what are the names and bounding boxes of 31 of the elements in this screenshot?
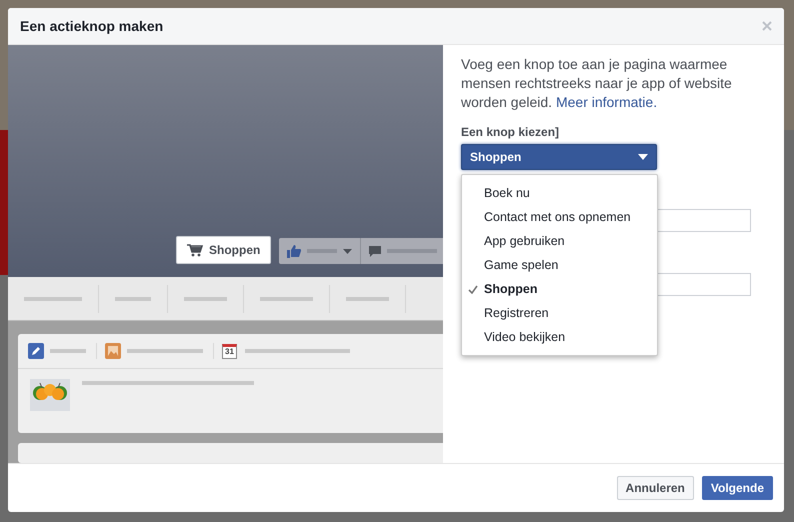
calendar-icon: 31 <box>222 344 237 358</box>
more-info-link[interactable]: Meer informatie. <box>556 94 658 110</box>
menu-item[interactable]: Registreren <box>462 301 657 325</box>
menu-item[interactable]: Shoppen <box>462 277 657 301</box>
placeholder-bar <box>115 296 151 300</box>
menu-item[interactable]: Contact met ons opnemen <box>462 205 657 229</box>
placeholder-bar <box>24 296 82 300</box>
placeholder-bar <box>346 296 389 300</box>
dialog-title: Een actieknop maken <box>20 18 164 34</box>
placeholder-bar <box>50 349 86 353</box>
caret-icon <box>638 154 648 160</box>
pencil-icon <box>28 343 44 359</box>
placeholder-bar <box>184 296 227 300</box>
shop-button[interactable]: Shoppen <box>176 236 272 264</box>
cart-icon <box>187 244 203 256</box>
check-icon <box>468 285 478 294</box>
description-text: Voeg een knop toe aan je pagina waarmee mensen rechtstreeks naar je app of website worden geleid. Meer informatie. <box>461 55 733 112</box>
cancel-button[interactable]: Annuleren <box>616 476 694 500</box>
button-select[interactable]: Shoppen <box>461 144 657 170</box>
next-button[interactable]: Volgende <box>702 476 773 500</box>
menu-item[interactable]: Boek nu <box>462 181 657 205</box>
menu-item[interactable]: Video bekijken <box>462 325 657 349</box>
field-label: Een knop kiezen] <box>461 125 560 139</box>
menu-item[interactable]: App gebruiken <box>462 229 657 253</box>
thumbs-up-icon <box>287 244 302 258</box>
speech-bubble-icon <box>369 246 382 256</box>
placeholder-bar <box>260 296 313 300</box>
close-icon[interactable] <box>762 21 772 31</box>
image-icon <box>105 343 121 359</box>
menu-item[interactable]: Game spelen <box>462 253 657 277</box>
caret-icon <box>343 248 352 254</box>
